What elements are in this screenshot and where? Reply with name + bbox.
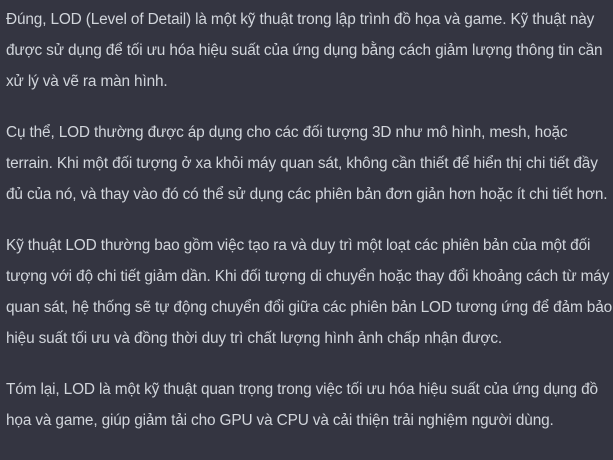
message-paragraph-3: Kỹ thuật LOD thường bao gồm việc tạo ra …	[6, 237, 613, 347]
message-paragraph-1: Đúng, LOD (Level of Detail) là một kỹ th…	[6, 11, 603, 90]
message-paragraph-2: Cụ thể, LOD thường được áp dụng cho các …	[6, 124, 608, 203]
message-paragraph-4: Tóm lại, LOD là một kỹ thuật quan trọng …	[6, 381, 598, 429]
assistant-message: Đúng, LOD (Level of Detail) là một kỹ th…	[0, 0, 613, 460]
